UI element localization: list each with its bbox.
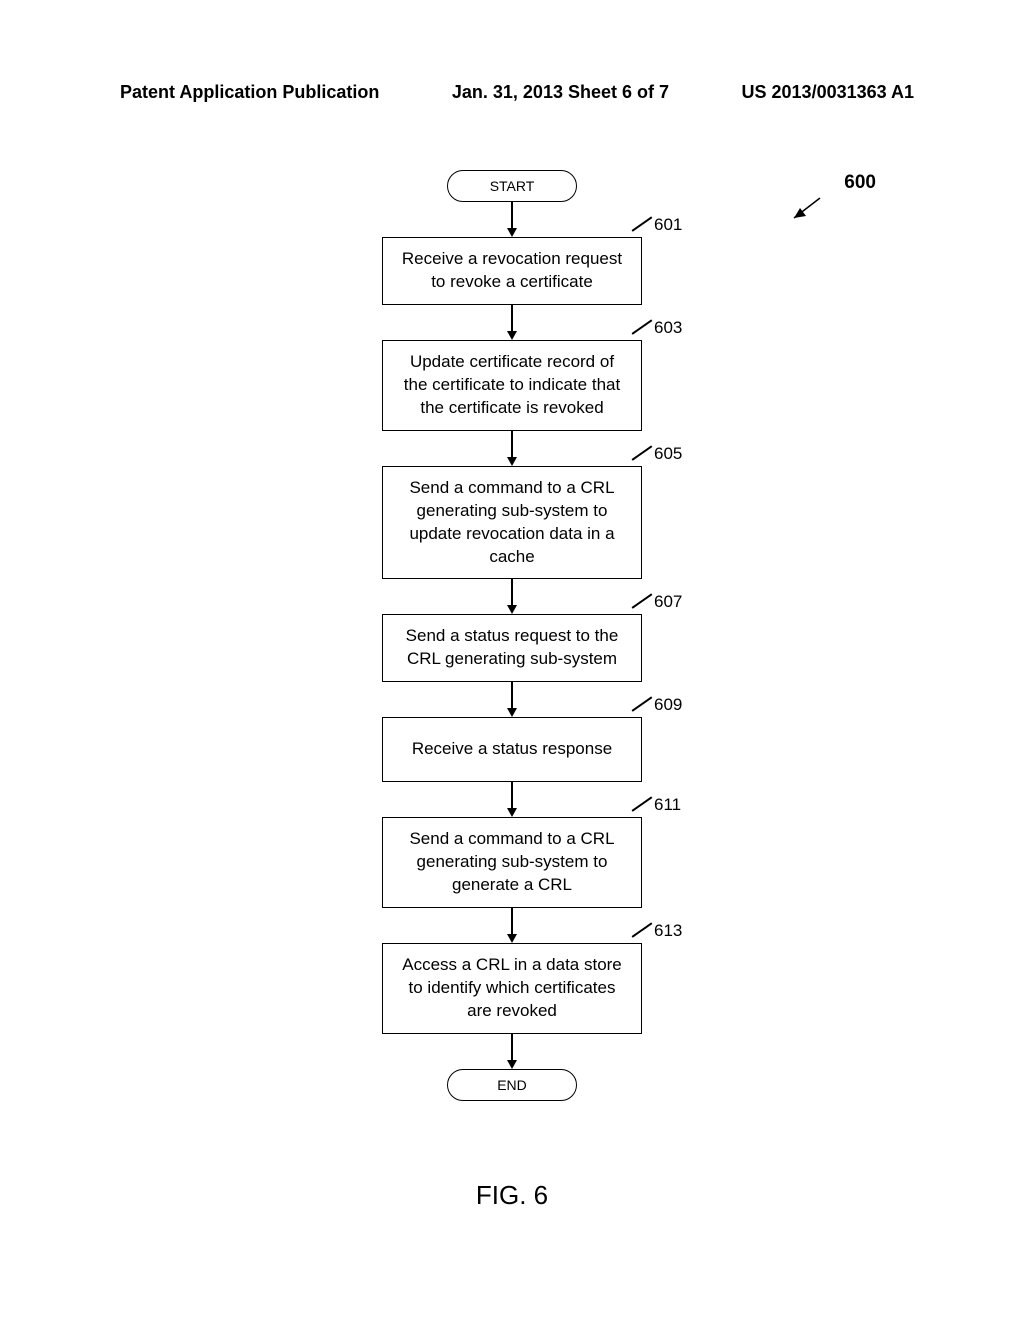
- step-text: Receive a revocation request to revoke a…: [402, 249, 622, 291]
- step-text: Send a command to a CRL generating sub-s…: [409, 829, 614, 894]
- refnum-613: 613: [654, 921, 682, 941]
- step-text: Receive a status response: [412, 739, 612, 758]
- refnum-605: 605: [654, 444, 682, 464]
- arrow-icon: [382, 431, 642, 466]
- page-header: Patent Application Publication Jan. 31, …: [0, 82, 1024, 103]
- header-right: US 2013/0031363 A1: [742, 82, 914, 103]
- arrow-icon: [382, 1034, 642, 1069]
- step-text: Update certificate record of the certifi…: [404, 352, 620, 417]
- arrow-icon: [382, 908, 642, 943]
- step-603: Update certificate record of the certifi…: [382, 340, 642, 431]
- step-611: Send a command to a CRL generating sub-s…: [382, 817, 642, 908]
- refnum-611: 611: [654, 795, 681, 815]
- step-607: Send a status request to the CRL generat…: [382, 614, 642, 682]
- arrow-icon: [382, 682, 642, 717]
- refnum-603: 603: [654, 318, 682, 338]
- refnum-601: 601: [654, 215, 682, 235]
- start-terminal: START: [447, 170, 577, 202]
- step-text: Access a CRL in a data store to identify…: [402, 955, 622, 1020]
- arrow-icon: [382, 202, 642, 237]
- step-text: Send a status request to the CRL generat…: [406, 626, 619, 668]
- step-601: Receive a revocation request to revoke a…: [382, 237, 642, 305]
- header-center: Jan. 31, 2013 Sheet 6 of 7: [452, 82, 669, 103]
- refnum-609: 609: [654, 695, 682, 715]
- figure-label: FIG. 6: [0, 1180, 1024, 1211]
- arrow-icon: [382, 305, 642, 340]
- step-text: Send a command to a CRL generating sub-s…: [409, 478, 614, 566]
- step-613: Access a CRL in a data store to identify…: [382, 943, 642, 1034]
- start-label: START: [490, 178, 535, 194]
- arrow-icon: [382, 782, 642, 817]
- arrow-icon: [382, 579, 642, 614]
- refnum-607: 607: [654, 592, 682, 612]
- end-terminal: END: [447, 1069, 577, 1101]
- end-label: END: [497, 1077, 527, 1093]
- header-left: Patent Application Publication: [120, 82, 379, 103]
- step-605: Send a command to a CRL generating sub-s…: [382, 466, 642, 580]
- flowchart: START Receive a revocation request to re…: [0, 170, 1024, 1101]
- step-609: Receive a status response: [382, 717, 642, 782]
